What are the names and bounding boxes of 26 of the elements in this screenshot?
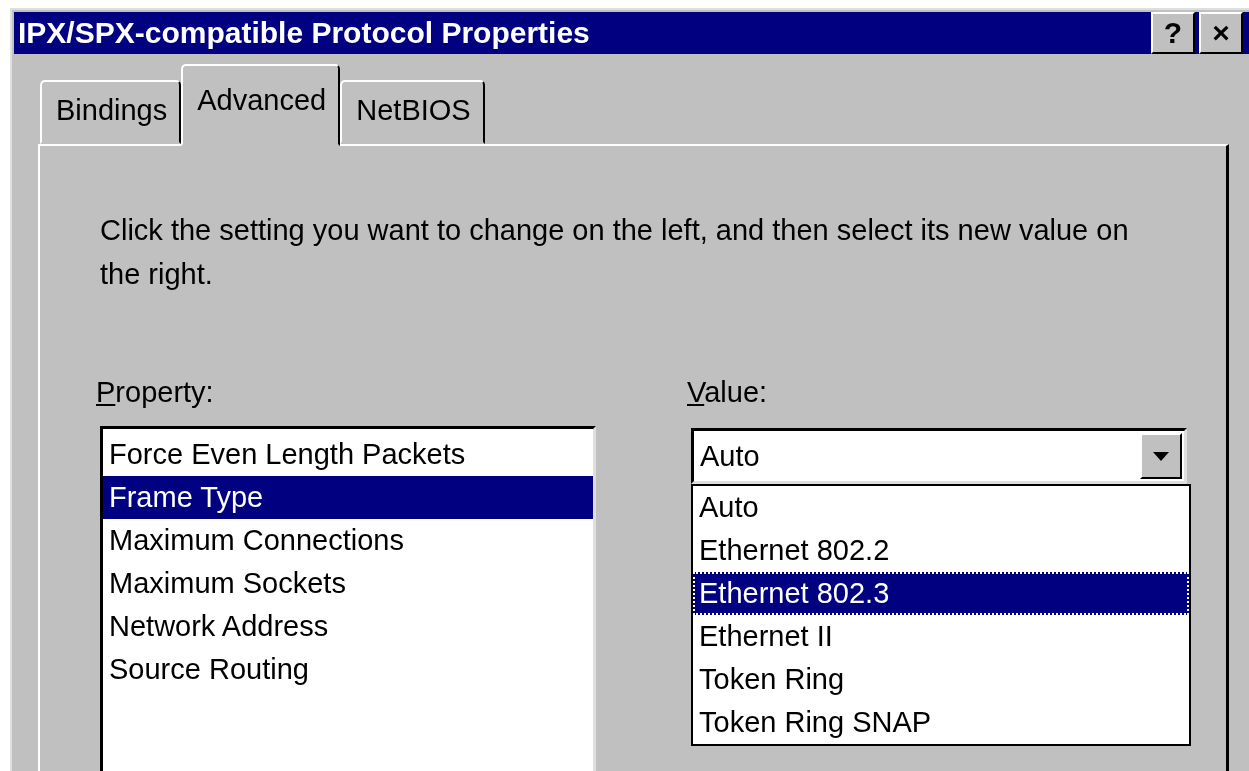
list-item[interactable]: Source Routing bbox=[103, 648, 593, 691]
dropdown-option[interactable]: Token Ring bbox=[693, 658, 1189, 701]
list-item[interactable]: Maximum Sockets bbox=[103, 562, 593, 605]
tab[interactable]: NetBIOS bbox=[340, 80, 485, 144]
help-button[interactable]: ? bbox=[1151, 12, 1195, 54]
close-button[interactable]: × bbox=[1199, 12, 1243, 54]
tab[interactable]: Advanced bbox=[181, 64, 341, 146]
list-item[interactable]: Maximum Connections bbox=[103, 519, 593, 562]
field-label: Property: bbox=[96, 376, 215, 410]
list-item[interactable]: Frame Type bbox=[103, 476, 593, 519]
window-title: IPX/SPX-compatible Protocol Properties bbox=[18, 16, 591, 50]
tab[interactable]: Bindings bbox=[40, 80, 182, 144]
dropdown-option[interactable]: Token Ring SNAP bbox=[693, 701, 1189, 744]
field-label: Value: bbox=[687, 376, 769, 410]
list-item[interactable]: Network Address bbox=[103, 605, 593, 648]
value-dropdown[interactable]: Auto bbox=[691, 428, 1187, 484]
dropdown-option[interactable]: Ethernet 802.2 bbox=[693, 529, 1189, 572]
dropdown-button[interactable] bbox=[1140, 433, 1182, 479]
property-list[interactable]: Force Even Length Packets Frame Type Maximum Connections Maximum Sockets Network Address Source Routing bbox=[100, 426, 596, 771]
dropdown-option[interactable]: Ethernet 802.3 bbox=[693, 572, 1189, 615]
caret-icon bbox=[1153, 451, 1169, 461]
list-item[interactable]: Force Even Length Packets bbox=[103, 433, 593, 476]
dropdown-option[interactable]: Ethernet II bbox=[693, 615, 1189, 658]
dropdown-value: Auto bbox=[699, 439, 761, 473]
dropdown-option[interactable]: Auto bbox=[693, 486, 1189, 529]
instruction-text: Click the setting you want to change on the left, and then select its new value on the right. bbox=[100, 213, 1130, 292]
